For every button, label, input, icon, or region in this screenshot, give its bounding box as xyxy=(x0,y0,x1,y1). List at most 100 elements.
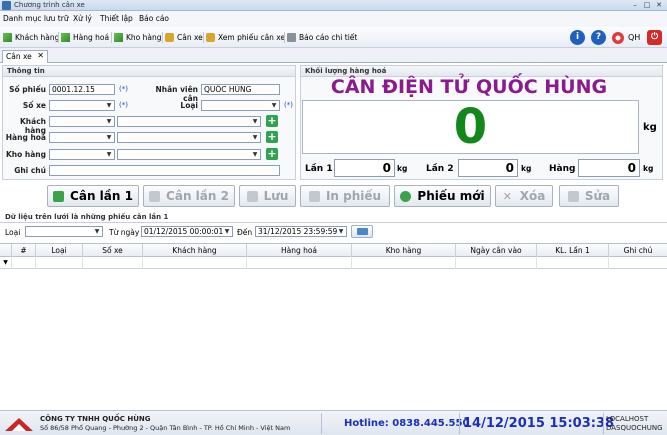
power-icon[interactable]: ⏻ xyxy=(647,30,662,45)
toolbar-bao-cao-chi-tiet[interactable]: Báo cáo chi tiết xyxy=(287,31,357,44)
tab-label: Cân xe xyxy=(6,52,32,61)
toolbar-can-xe[interactable]: Cân xe xyxy=(165,31,203,44)
column-header[interactable]: Số xe xyxy=(83,244,143,257)
weight-value: 0 xyxy=(453,99,488,155)
toolbar-khach-hang[interactable]: Khách hàng xyxy=(3,31,59,44)
tab-can-xe[interactable]: Cân xe ✕ xyxy=(2,50,48,63)
toolbar-label: Khách hàng xyxy=(15,33,60,42)
khach-hang-name-combo[interactable]: ▼ xyxy=(117,116,261,127)
lan2-unit: kg xyxy=(521,164,532,173)
column-header[interactable]: Kho hàng xyxy=(352,244,456,257)
server-name: LOCALHOST xyxy=(606,415,649,423)
grid-body[interactable] xyxy=(0,269,667,409)
filter-cell[interactable] xyxy=(143,257,247,269)
khach-hang-code-combo[interactable]: ▼ xyxy=(49,116,115,127)
chevron-down-icon: ▼ xyxy=(106,151,112,158)
den-picker[interactable]: 31/12/2015 23:59:59 ▼ xyxy=(255,226,347,237)
column-header[interactable]: Ngày cân vào xyxy=(456,244,537,257)
xoa-button[interactable]: ✕ Xóa xyxy=(495,185,553,207)
menu-bar: Danh mục lưu trữ Xử lý Thiết lập Báo cáo xyxy=(0,11,667,27)
refresh-grid-button[interactable] xyxy=(351,225,373,238)
filter-cell[interactable] xyxy=(247,257,352,269)
grid-caption-bar: Dữ liệu trên lưới là những phiếu cân lần… xyxy=(0,211,667,222)
toolbar-hang-hoa[interactable]: Hàng hoá xyxy=(61,31,109,44)
refresh-icon xyxy=(357,228,368,235)
column-header[interactable]: KL. Lần 1 xyxy=(537,244,609,257)
required-mark: (*) xyxy=(119,101,128,109)
required-mark: (*) xyxy=(119,85,128,93)
hotline: Hotline: 0838.445.550 xyxy=(344,418,470,429)
toolbar-xem-phieu[interactable]: Xem phiếu cân xe xyxy=(206,31,285,44)
maximize-button[interactable]: □ xyxy=(642,1,652,9)
help-icon[interactable]: ? xyxy=(591,30,606,45)
add-hang-hoa-button[interactable]: + xyxy=(266,131,278,143)
filter-cell[interactable] xyxy=(352,257,456,269)
add-khach-hang-button[interactable]: + xyxy=(266,115,278,127)
menu-bao-cao[interactable]: Báo cáo xyxy=(139,14,169,23)
so-xe-combo[interactable]: ▼ xyxy=(49,100,115,111)
chevron-down-icon: ▼ xyxy=(252,134,258,141)
filter-loai-combo[interactable]: ▼ xyxy=(25,226,103,237)
close-window-button[interactable]: ✕ xyxy=(654,1,664,9)
user-name: DASQUOCHUNG xyxy=(606,424,663,432)
hang-value: 0 xyxy=(578,159,640,177)
delete-icon: ✕ xyxy=(502,189,512,203)
hang-hoa-name-combo[interactable]: ▼ xyxy=(117,132,261,143)
refresh-icon xyxy=(400,190,412,202)
lan1-label: Lần 1 xyxy=(305,164,333,174)
tab-strip: Cân xe ✕ xyxy=(0,48,667,63)
column-header[interactable]: Ghi chú xyxy=(609,244,667,257)
den-value: 31/12/2015 23:59:59 xyxy=(258,227,338,236)
info-icon[interactable]: i xyxy=(570,30,585,45)
chevron-down-icon: ▼ xyxy=(252,151,258,158)
button-label: Lưu xyxy=(263,189,289,203)
so-phieu-label: Số phiếu xyxy=(9,85,46,94)
so-phieu-field[interactable]: 0001.12.15 xyxy=(49,84,115,95)
column-header[interactable]: Loại xyxy=(36,244,83,257)
user-label[interactable]: QH xyxy=(628,33,640,42)
can-lan-2-button[interactable]: Cân lần 2 xyxy=(143,185,235,207)
menu-thiet-lap[interactable]: Thiết lập xyxy=(100,14,133,23)
tu-ngay-label: Từ ngày xyxy=(109,228,140,237)
toolbar-label: Cân xe xyxy=(177,33,203,42)
minimize-button[interactable]: – xyxy=(630,1,640,9)
nhan-vien-field[interactable]: QUỐC HÙNG xyxy=(201,84,280,95)
kho-hang-name-combo[interactable]: ▼ xyxy=(117,149,261,160)
toolbar-kho-hang[interactable]: Kho hàng xyxy=(114,31,162,44)
filter-cell[interactable] xyxy=(456,257,537,269)
menu-danh-muc[interactable]: Danh mục lưu trữ xyxy=(3,14,69,23)
filter-loai-label: Loại xyxy=(5,228,21,237)
edit-icon xyxy=(61,33,70,42)
column-header[interactable]: Khách hàng xyxy=(143,244,247,257)
info-heading: Thông tin xyxy=(3,66,295,77)
lan2-value: 0 xyxy=(458,159,518,177)
phieu-moi-button[interactable]: Phiếu mới xyxy=(394,185,491,207)
divider xyxy=(603,413,604,434)
filter-cell[interactable] xyxy=(537,257,609,269)
user-icon[interactable] xyxy=(611,31,625,45)
filter-cell[interactable] xyxy=(36,257,83,269)
sua-button[interactable]: Sửa xyxy=(559,185,619,207)
luu-button[interactable]: Lưu xyxy=(239,185,296,207)
chevron-down-icon: ▼ xyxy=(224,228,230,235)
lock-icon xyxy=(165,33,174,42)
filter-cell[interactable] xyxy=(609,257,667,269)
loai-combo[interactable]: ▼ xyxy=(201,100,280,111)
column-header[interactable]: Hàng hoá xyxy=(247,244,352,257)
chevron-down-icon: ▼ xyxy=(252,118,258,125)
hang-hoa-code-combo[interactable]: ▼ xyxy=(49,132,115,143)
ghi-chu-field[interactable] xyxy=(49,165,280,176)
chevron-down-icon: ▼ xyxy=(106,102,112,109)
column-header[interactable]: # xyxy=(12,244,36,257)
tu-ngay-picker[interactable]: 01/12/2015 00:00:01 ▼ xyxy=(141,226,233,237)
toolbar-label: Báo cáo chi tiết xyxy=(299,33,358,42)
can-lan-1-button[interactable]: Cân lần 1 xyxy=(47,185,139,207)
in-phieu-button[interactable]: In phiếu xyxy=(300,185,390,207)
button-label: Cân lần 1 xyxy=(70,189,133,203)
filter-cell[interactable] xyxy=(83,257,143,269)
menu-xu-ly[interactable]: Xử lý xyxy=(73,14,92,23)
add-kho-hang-button[interactable]: + xyxy=(266,148,278,160)
filter-cell[interactable] xyxy=(12,257,36,269)
kho-hang-code-combo[interactable]: ▼ xyxy=(49,149,115,160)
close-tab-icon[interactable]: ✕ xyxy=(37,51,44,60)
